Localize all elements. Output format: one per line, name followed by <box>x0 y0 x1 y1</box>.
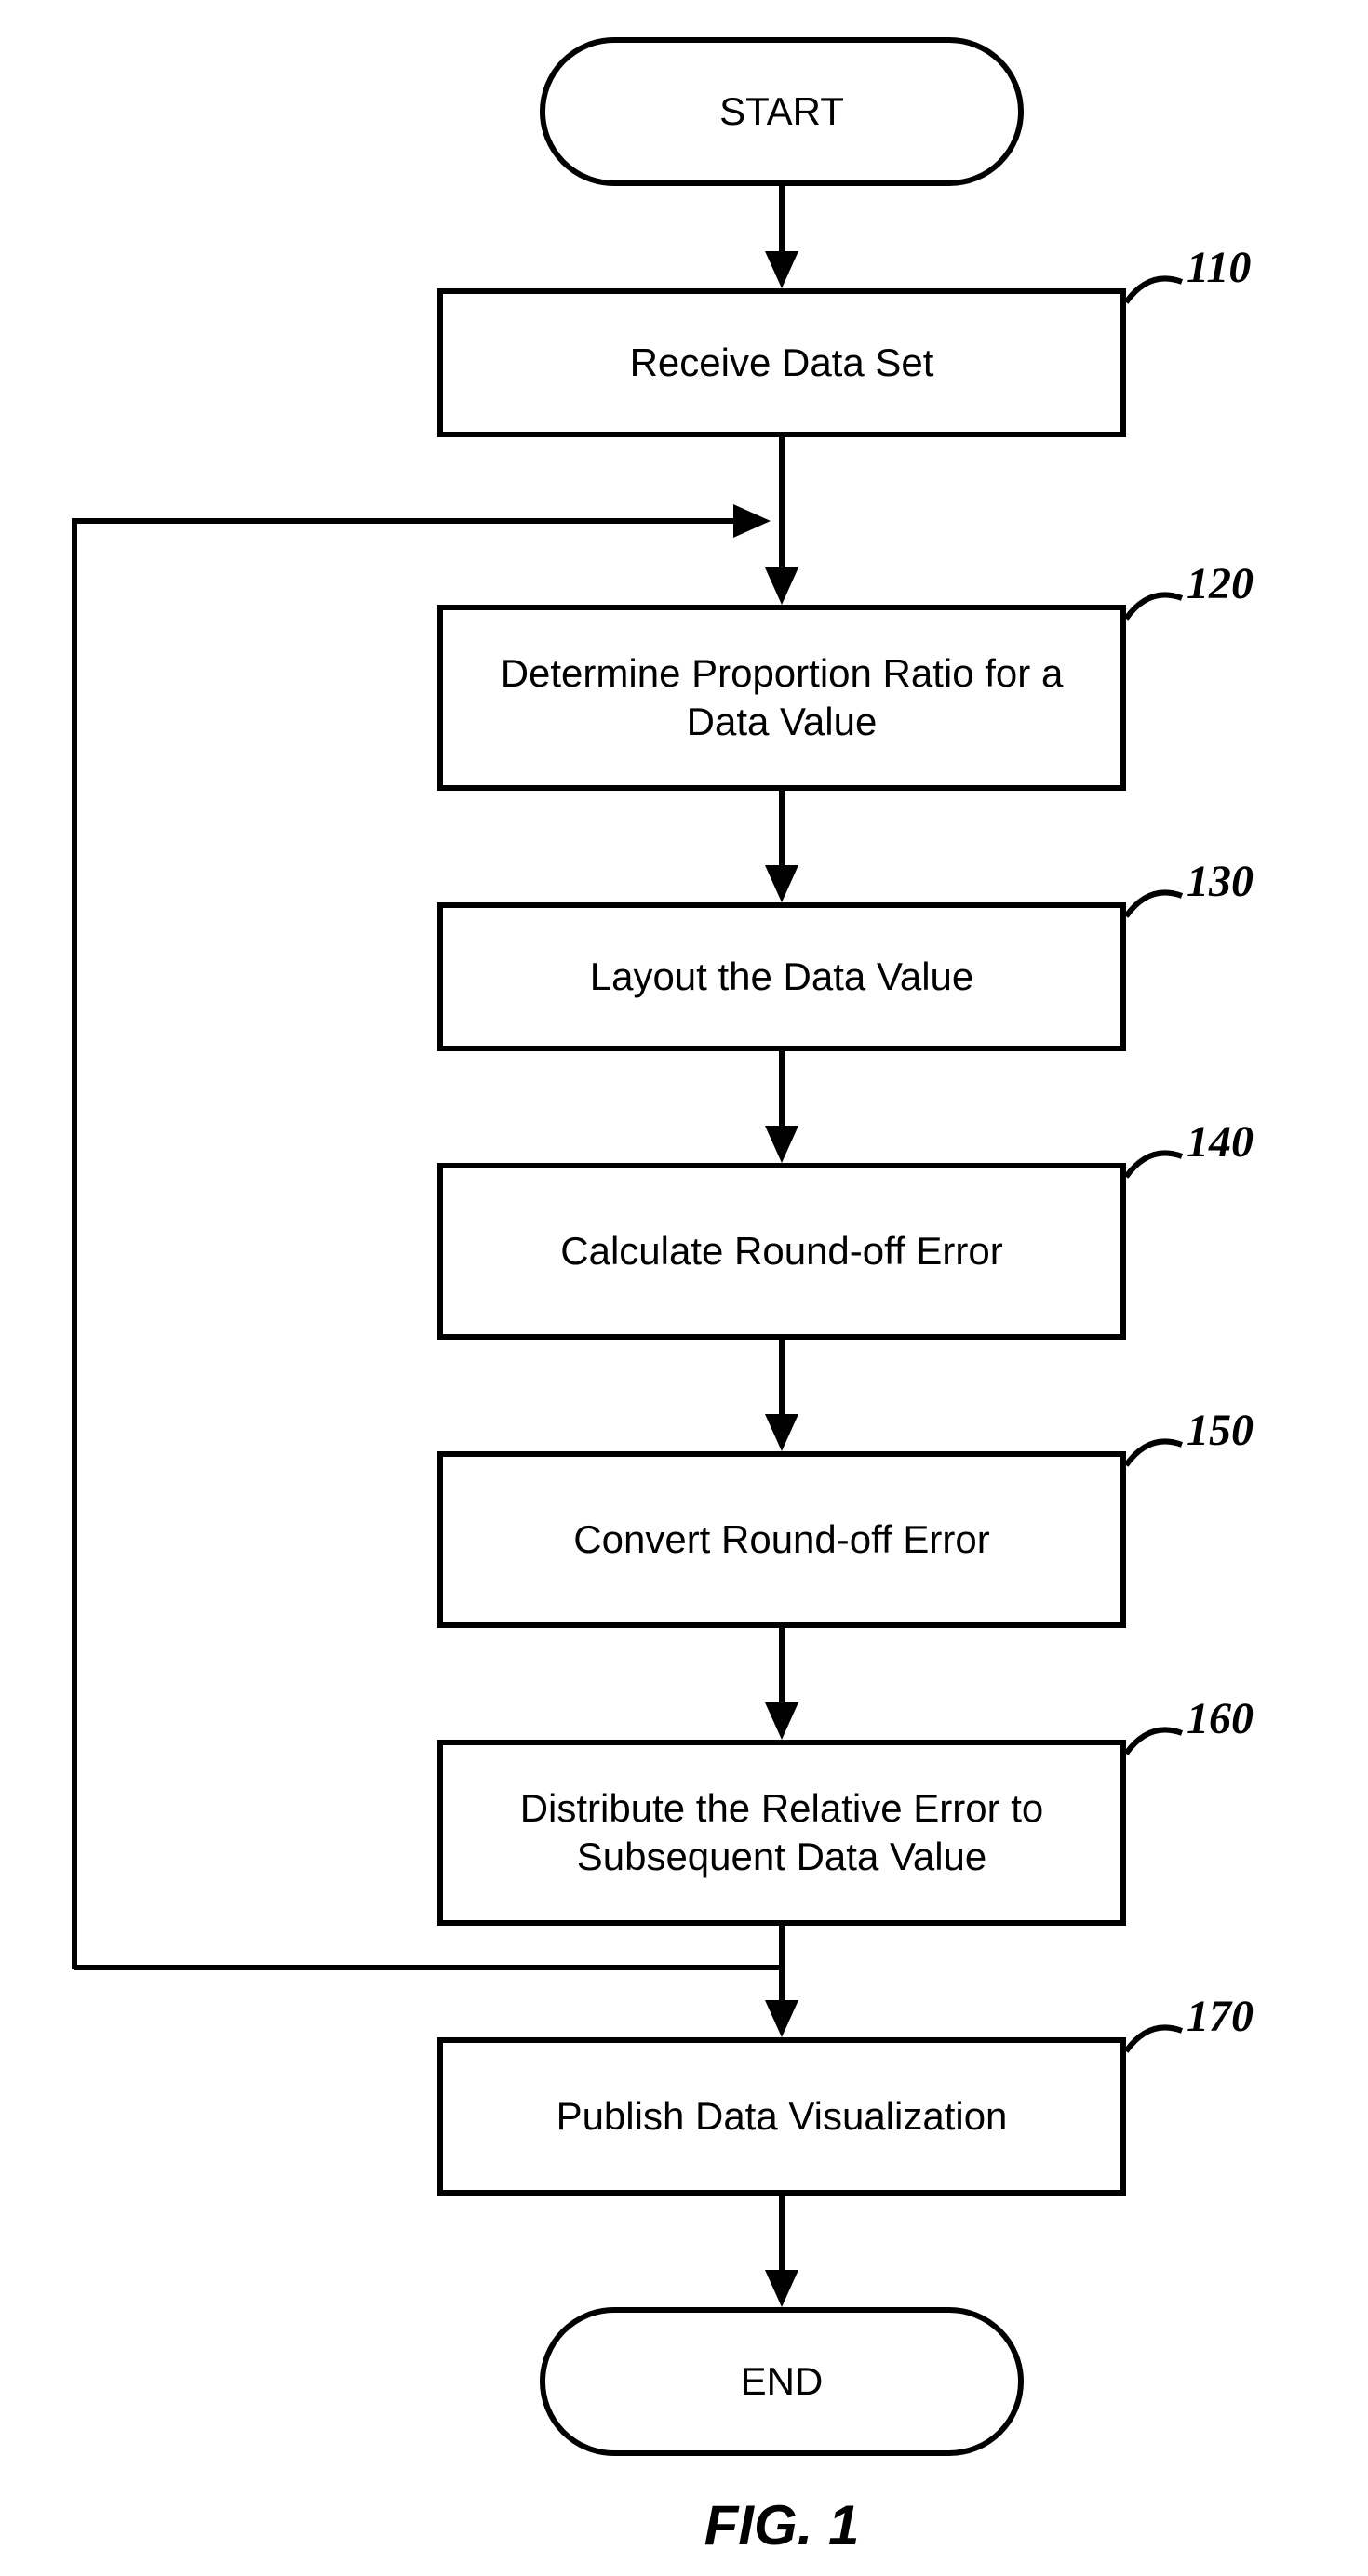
arrow-start-to-110 <box>763 186 800 288</box>
process-160: Distribute the Relative Error to Subsequ… <box>437 1740 1126 1926</box>
ref-110: 110 <box>1187 242 1251 293</box>
arrow-120-to-130 <box>763 791 800 902</box>
start-terminator: START <box>540 37 1024 186</box>
figure-caption: FIG. 1 <box>596 2493 968 2557</box>
ref-170: 170 <box>1187 1991 1254 2042</box>
process-110: Receive Data Set <box>437 288 1126 437</box>
ref-120: 120 <box>1187 558 1254 609</box>
process-150: Convert Round-off Error <box>437 1451 1126 1628</box>
process-110-label: Receive Data Set <box>630 339 934 388</box>
ref-150: 150 <box>1187 1405 1254 1456</box>
loopback-bottom <box>74 1963 782 1972</box>
ref-callout-150 <box>1126 1437 1191 1475</box>
process-140-label: Calculate Round-off Error <box>560 1227 1002 1276</box>
ref-callout-120 <box>1126 591 1191 628</box>
process-170: Publish Data Visualization <box>437 2037 1126 2196</box>
arrow-170-to-end <box>763 2196 800 2307</box>
ref-130: 130 <box>1187 856 1254 907</box>
ref-callout-160 <box>1126 1726 1191 1763</box>
ref-160: 160 <box>1187 1693 1254 1744</box>
process-120-label: Determine Proportion Ratio for a Data Va… <box>501 649 1064 747</box>
ref-callout-130 <box>1126 888 1191 926</box>
process-150-label: Convert Round-off Error <box>573 1515 989 1565</box>
loopback-left-vertical <box>70 518 79 1969</box>
process-160-label: Distribute the Relative Error to Subsequ… <box>520 1784 1044 1882</box>
arrow-140-to-150 <box>763 1340 800 1451</box>
process-130: Layout the Data Value <box>437 902 1126 1051</box>
end-label: END <box>741 2357 824 2407</box>
start-label: START <box>719 87 844 137</box>
arrow-150-to-160 <box>763 1628 800 1740</box>
ref-callout-170 <box>1126 2023 1191 2061</box>
process-130-label: Layout the Data Value <box>590 953 974 1002</box>
process-170-label: Publish Data Visualization <box>557 2092 1008 2142</box>
ref-callout-110 <box>1126 274 1191 312</box>
arrow-130-to-140 <box>763 1051 800 1163</box>
ref-callout-140 <box>1126 1149 1191 1186</box>
end-terminator: END <box>540 2307 1024 2456</box>
arrow-160-to-170 <box>763 1926 800 2037</box>
ref-140: 140 <box>1187 1116 1254 1168</box>
process-140: Calculate Round-off Error <box>437 1163 1126 1340</box>
loopback-merge <box>74 502 782 540</box>
process-120: Determine Proportion Ratio for a Data Va… <box>437 605 1126 791</box>
